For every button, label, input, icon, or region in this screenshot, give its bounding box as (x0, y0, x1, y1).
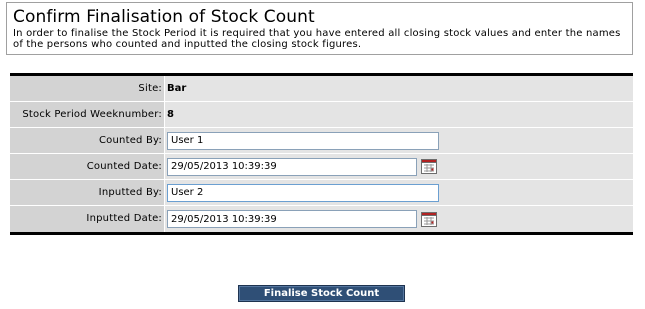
header-panel: Confirm Finalisation of Stock Count In o… (6, 2, 633, 55)
counted-date-label: Counted Date: (10, 154, 164, 179)
counted-date-cell (164, 154, 633, 179)
intro-text: In order to finalise the Stock Period it… (13, 28, 621, 50)
counted-by-row: Counted By: (10, 128, 633, 154)
weeknumber-label: Stock Period Weeknumber: (10, 102, 164, 127)
site-value: Bar (164, 76, 633, 101)
weeknumber-row: Stock Period Weeknumber: 8 (10, 102, 633, 128)
site-label: Site: (10, 76, 164, 101)
finalise-stock-count-button[interactable]: Finalise Stock Count (238, 285, 405, 302)
inputted-by-cell (164, 180, 633, 205)
inputted-by-input[interactable] (167, 183, 439, 202)
inputted-date-input[interactable] (167, 210, 417, 228)
inputted-date-row: Inputted Date: (10, 206, 633, 232)
finalisation-form: Site: Bar Stock Period Weeknumber: 8 Cou… (10, 73, 633, 235)
inputted-by-row: Inputted By: (10, 180, 633, 206)
calendar-icon[interactable] (421, 211, 437, 227)
site-row: Site: Bar (10, 76, 633, 102)
counted-by-input[interactable] (167, 131, 439, 150)
inputted-date-cell (164, 206, 633, 232)
inputted-by-label: Inputted By: (10, 180, 164, 205)
calendar-icon[interactable] (421, 159, 437, 174)
weeknumber-value: 8 (164, 102, 633, 127)
inputted-date-label: Inputted Date: (10, 206, 164, 232)
counted-by-label: Counted By: (10, 128, 164, 153)
counted-date-row: Counted Date: (10, 154, 633, 180)
page-title: Confirm Finalisation of Stock Count (13, 7, 315, 27)
counted-by-cell (164, 128, 633, 153)
counted-date-input[interactable] (167, 157, 417, 176)
